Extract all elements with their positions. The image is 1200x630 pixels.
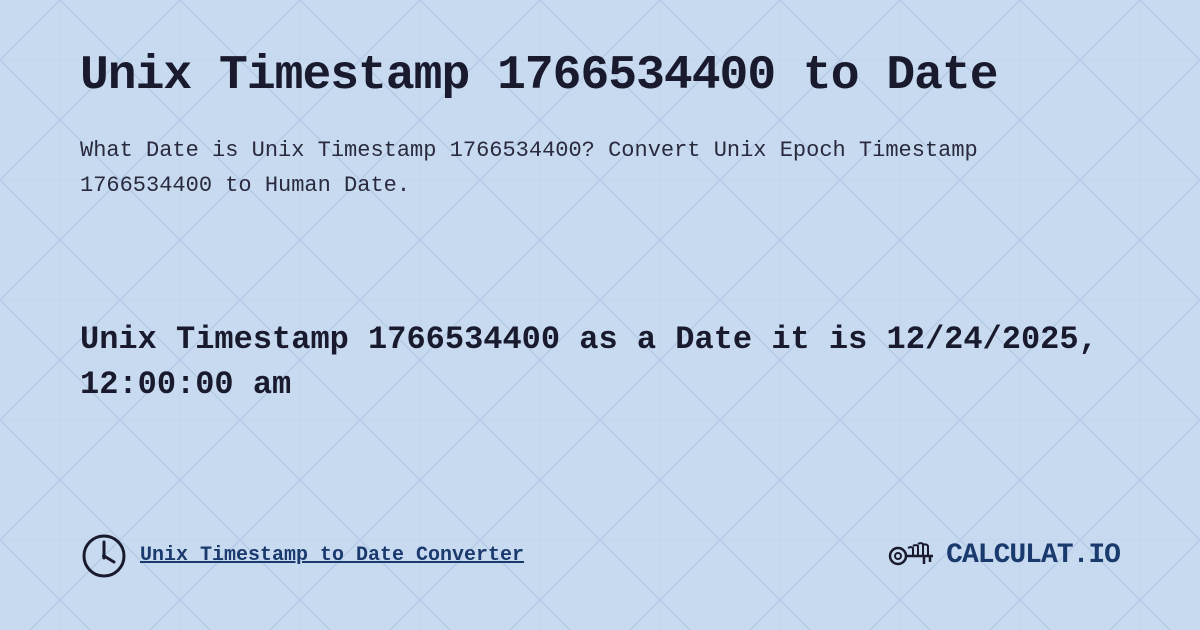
footer-link[interactable]: Unix Timestamp to Date Converter — [80, 532, 524, 580]
page-title: Unix Timestamp 1766534400 to Date — [80, 50, 1120, 103]
logo: CALCULAT.IO — [888, 536, 1120, 576]
description-text: What Date is Unix Timestamp 1766534400? … — [80, 133, 980, 203]
clock-icon — [80, 532, 128, 580]
footer-link-label[interactable]: Unix Timestamp to Date Converter — [140, 544, 524, 567]
result-text: Unix Timestamp 1766534400 as a Date it i… — [80, 318, 1120, 408]
logo-icon — [888, 536, 938, 576]
logo-text: CALCULAT.IO — [946, 540, 1120, 571]
